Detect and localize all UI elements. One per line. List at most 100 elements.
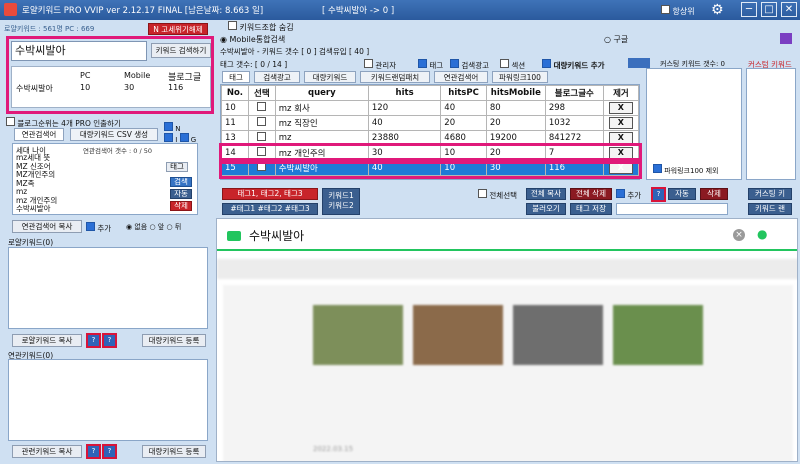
tab-related-search[interactable]: 연관검색어	[434, 71, 488, 83]
close-button[interactable]: ✕	[781, 2, 797, 17]
cell-select[interactable]	[247, 100, 276, 116]
casting-toggle-icons[interactable]	[628, 58, 650, 68]
radio-google[interactable]: ○ 구글	[604, 34, 628, 45]
filter-ad-checkbox[interactable]	[450, 59, 459, 68]
delete-all-button[interactable]: 전체 삭제	[570, 188, 612, 200]
row-checkbox[interactable]	[257, 132, 267, 141]
always-on-top[interactable]: 항상위	[661, 5, 695, 17]
related-item[interactable]: 수박씨발아	[16, 204, 57, 214]
radio-back[interactable]: 뒤	[175, 223, 181, 231]
side-tag-button[interactable]: 태그	[166, 162, 188, 172]
tab-powerlink[interactable]: 파워링크100	[492, 71, 548, 83]
tag-save-input[interactable]	[616, 203, 728, 215]
tab-bulk-keyword[interactable]: 대량키워드	[304, 71, 356, 83]
casting-key-button[interactable]: 커스팅 키	[748, 188, 792, 200]
row-checkbox[interactable]	[257, 162, 267, 171]
power-exclude-checkbox[interactable]	[653, 164, 662, 173]
filter-section-checkbox[interactable]	[500, 59, 509, 68]
radio-none[interactable]: 없음	[134, 223, 147, 231]
help-button[interactable]: ?	[102, 444, 117, 459]
table-row[interactable]: 13 mz 23880 4680 19200 841272 X	[221, 130, 640, 146]
cell-select[interactable]	[247, 145, 276, 161]
filter-tag-checkbox[interactable]	[418, 59, 427, 68]
menu-icon[interactable]	[780, 33, 792, 44]
casting-keyword-panel[interactable]: 파워링크100 제외	[646, 68, 742, 180]
delete-button[interactable]: 삭제	[700, 188, 728, 200]
remove-button[interactable]: X	[608, 162, 633, 174]
royal-keyword-list[interactable]	[8, 247, 208, 329]
col-remove[interactable]: 제거	[602, 85, 640, 101]
embedded-browser[interactable]: 수박씨발아 × ● 2022.03.15	[216, 218, 798, 462]
mic-icon[interactable]: ●	[757, 227, 767, 241]
filter-bulk-checkbox[interactable]	[542, 59, 551, 68]
add-toggle-checkbox[interactable]	[616, 189, 625, 198]
keyword-line-button[interactable]: 키워드1 키워드2	[322, 188, 360, 215]
n-checkbox[interactable]	[164, 122, 173, 131]
cell-select[interactable]	[247, 115, 276, 131]
tab-related[interactable]: 연관검색어	[14, 128, 64, 141]
row-checkbox[interactable]	[257, 117, 267, 126]
help-button[interactable]: ?	[651, 187, 666, 202]
table-row[interactable]: 11 mz 직장인 40 20 20 1032 X	[221, 115, 640, 131]
col-hitspc[interactable]: hitsPC	[440, 85, 487, 101]
tag-copy-comma-button[interactable]: 태그1, 태그2, 태그3	[222, 188, 318, 200]
row-checkbox[interactable]	[257, 102, 267, 111]
royal-copy-button[interactable]: 로얄키워드 복사	[12, 334, 82, 347]
remove-button[interactable]: X	[608, 147, 633, 159]
keyword-search-button[interactable]: 키워드 검색하기	[151, 43, 211, 58]
keyword-random-button[interactable]: 키워드 랜	[748, 203, 792, 215]
row-checkbox[interactable]	[257, 147, 267, 156]
table-row-selected[interactable]: 15 수박씨발아 40 10 30 116 X	[218, 157, 642, 179]
remove-button[interactable]: X	[608, 132, 633, 144]
related-copy-button[interactable]: 관련키워드 복사	[12, 445, 82, 458]
side-search-button[interactable]: 검색	[170, 177, 192, 187]
related-keyword-list[interactable]	[8, 359, 208, 441]
always-on-top-checkbox[interactable]	[661, 5, 670, 14]
gear-icon[interactable]: ⚙	[711, 2, 727, 18]
select-all-checkbox[interactable]	[478, 189, 487, 198]
help-button[interactable]: ?	[102, 333, 117, 348]
col-select[interactable]: 선택	[247, 85, 276, 101]
release-button[interactable]: N 고세위기해제	[148, 23, 208, 35]
side-delete-button[interactable]: 삭제	[170, 201, 192, 211]
search-note-checkbox[interactable]	[6, 117, 15, 126]
clear-icon[interactable]: ×	[733, 229, 745, 241]
cell-select[interactable]	[247, 160, 276, 176]
col-query[interactable]: query	[274, 85, 369, 101]
tab-csv[interactable]: 대량키워드 CSV 생성	[70, 128, 158, 141]
radio-mobile[interactable]: ◉ Mobile통합검색	[220, 34, 285, 45]
browser-search-query[interactable]: 수박씨발아	[249, 227, 304, 244]
tab-random-patch[interactable]: 키워드랜덤패치	[360, 71, 430, 83]
i-checkbox[interactable]	[164, 133, 173, 142]
auto-button[interactable]: 자동	[668, 188, 696, 200]
maximize-button[interactable]: □	[761, 2, 777, 17]
minimize-button[interactable]: ─	[741, 2, 757, 17]
copy-related-button[interactable]: 연관검색어 복사	[12, 220, 82, 233]
col-blog[interactable]: 블로그글수	[544, 85, 604, 101]
help-button[interactable]: ?	[86, 333, 101, 348]
radio-front[interactable]: 앞	[158, 223, 164, 231]
table-row[interactable]: 10 mz 회사 120 40 80 298 X	[221, 100, 640, 116]
tag-save-button[interactable]: 태그 저장	[570, 203, 612, 215]
side-auto-button[interactable]: 자동	[170, 189, 192, 199]
remove-button[interactable]: X	[608, 117, 633, 129]
g-checkbox[interactable]	[179, 133, 189, 142]
tag-copy-hash-button[interactable]: #태그1 #태그2 #태그3	[222, 203, 318, 215]
col-no[interactable]: No.	[221, 85, 249, 101]
load-button[interactable]: 불러오기	[526, 203, 566, 215]
col-hits[interactable]: hits	[367, 85, 442, 101]
tab-tag[interactable]: 태그	[222, 71, 250, 83]
bulk-register-button-2[interactable]: 대량키워드 등록	[142, 445, 206, 458]
filter-manager-checkbox[interactable]	[364, 59, 373, 68]
search-input[interactable]: 수박씨발아	[11, 41, 147, 61]
col-hitsmobile[interactable]: hitsMobile	[485, 85, 546, 101]
cell-select[interactable]	[247, 130, 276, 146]
position-radios[interactable]: ◉ 없음 ○ 앞 ○ 뒤	[126, 222, 181, 232]
copy-all-button[interactable]: 전체 복사	[526, 188, 566, 200]
remove-button[interactable]: X	[608, 102, 633, 114]
combo-checkbox[interactable]	[228, 21, 237, 30]
bulk-register-button[interactable]: 대량키워드 등록	[142, 334, 206, 347]
tab-search-ad[interactable]: 검색광고	[254, 71, 300, 83]
custom-keyword-panel[interactable]	[746, 68, 796, 180]
table-row[interactable]: 14 mz 개인주의 30 10 20 7 X	[218, 142, 642, 164]
